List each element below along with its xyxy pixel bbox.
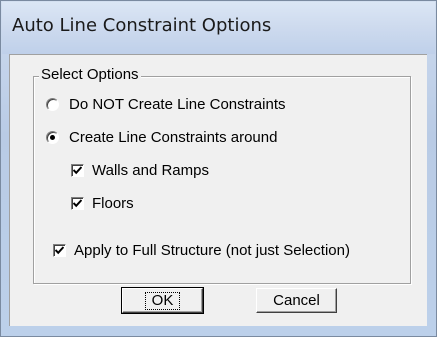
- ok-button-label: OK: [144, 291, 181, 310]
- radio-button-icon[interactable]: [46, 98, 59, 111]
- checkbox-checked-icon[interactable]: [53, 244, 66, 257]
- radio-create-around[interactable]: Create Line Constraints around: [46, 129, 277, 146]
- radio-do-not-create-label: Do NOT Create Line Constraints: [69, 96, 286, 113]
- cancel-button-label: Cancel: [273, 292, 320, 309]
- title-bar[interactable]: Auto Line Constraint Options: [2, 2, 435, 54]
- radio-button-selected-icon[interactable]: [46, 131, 59, 144]
- select-options-group: Select Options Do NOT Create Line Constr…: [33, 66, 411, 284]
- dialog-client-area: Select Options Do NOT Create Line Constr…: [9, 54, 427, 326]
- checkbox-apply-full-label: Apply to Full Structure (not just Select…: [74, 242, 350, 259]
- dialog-window: Auto Line Constraint Options Select Opti…: [0, 0, 437, 337]
- checkbox-walls-ramps-label: Walls and Ramps: [92, 162, 209, 179]
- cancel-button[interactable]: Cancel: [256, 288, 337, 313]
- window-title: Auto Line Constraint Options: [12, 15, 272, 36]
- checkbox-walls-ramps[interactable]: Walls and Ramps: [71, 162, 209, 179]
- radio-do-not-create[interactable]: Do NOT Create Line Constraints: [46, 96, 285, 113]
- checkbox-apply-full-structure[interactable]: Apply to Full Structure (not just Select…: [53, 242, 350, 259]
- radio-create-around-label: Create Line Constraints around: [69, 129, 278, 146]
- group-legend: Select Options: [39, 66, 141, 83]
- checkbox-checked-icon[interactable]: [71, 197, 84, 210]
- checkbox-floors-label: Floors: [92, 195, 134, 212]
- ok-button[interactable]: OK: [121, 287, 204, 314]
- checkbox-checked-icon[interactable]: [71, 164, 84, 177]
- checkbox-floors[interactable]: Floors: [71, 195, 134, 212]
